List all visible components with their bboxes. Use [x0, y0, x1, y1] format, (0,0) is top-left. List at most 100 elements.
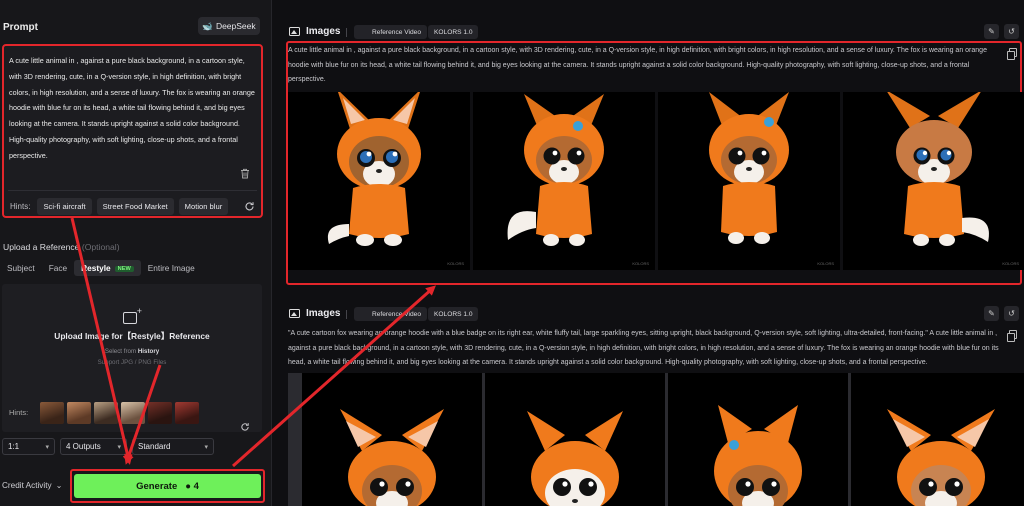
generated-image[interactable] — [668, 373, 848, 506]
credit-cost-value: 4 — [193, 480, 199, 492]
reference-thumbnail[interactable] — [121, 402, 145, 424]
refresh-icon[interactable] — [244, 201, 255, 215]
reference-title-text: Upload a Reference — [3, 242, 80, 252]
generate-highlight: Generate ● 4 — [70, 469, 265, 503]
prompt-title: Prompt — [3, 22, 38, 33]
prompt-input-box[interactable]: A cute little animal in , against a pure… — [2, 44, 263, 218]
deepseek-button[interactable]: 🐋 DeepSeek — [198, 17, 260, 35]
copy-icon[interactable] — [1007, 48, 1017, 60]
hint-chip[interactable]: Sci-fi aircraft — [37, 198, 92, 215]
image-grid-2 — [288, 373, 1024, 506]
mode-value: Standard — [138, 442, 171, 451]
model-tag: KOLORS 1.0 — [428, 25, 479, 39]
outputs-select[interactable]: 4 Outputs ▾ — [60, 438, 127, 455]
model-tag: KOLORS 1.0 — [428, 307, 479, 321]
upload-formats: Support JPG / PNG Files — [97, 359, 167, 366]
fox-illustration — [507, 94, 604, 246]
tab-restyle-label: Restyle — [81, 263, 111, 273]
images-icon — [289, 309, 300, 318]
reference-video-tag[interactable]: Reference Video — [354, 25, 427, 39]
watermark: KOLORS — [817, 261, 834, 266]
generate-label: Generate — [136, 480, 178, 492]
reference-thumbnail[interactable] — [94, 402, 118, 424]
fox-illustration — [709, 92, 789, 244]
undo-icon[interactable]: ↺ — [1004, 306, 1019, 321]
credit-activity[interactable]: Credit Activity ⌄ — [2, 480, 63, 491]
upload-title: Upload Image for【Restyle】Reference — [54, 331, 210, 341]
results-panel: Images Reference Video KOLORS 1.0 ✎ ↺ A … — [272, 0, 1024, 506]
prompt-textarea[interactable]: A cute little animal in , against a pure… — [9, 53, 255, 164]
tab-entire-image[interactable]: Entire Image — [141, 260, 202, 276]
credit-drop-icon: ● — [185, 480, 191, 492]
fox-illustration — [527, 411, 623, 506]
fox-illustration — [887, 92, 989, 246]
watermark: KOLORS — [447, 261, 464, 266]
hint-chip[interactable]: Street Food Market — [96, 198, 174, 215]
history-link[interactable]: History — [138, 348, 159, 355]
image-gap — [288, 373, 302, 506]
reference-optional: (Optional) — [81, 242, 120, 252]
hints-row: Hints: Sci-fi aircraft Street Food Marke… — [10, 198, 229, 215]
image-upload-icon — [123, 306, 142, 324]
chevron-down-icon: ▾ — [204, 443, 208, 451]
ratio-select[interactable]: 1:1 ▾ — [2, 438, 55, 455]
trash-icon[interactable] — [240, 168, 251, 180]
section-header: Images Reference Video KOLORS 1.0 ✎ ↺ — [288, 305, 1023, 323]
chevron-down-icon: ⌄ — [55, 481, 63, 490]
watermark: KOLORS — [1002, 261, 1019, 266]
tag-label: Reference Video — [372, 28, 421, 36]
upload-select-prefix: Select from — [104, 348, 137, 355]
generation-options: 1:1 ▾ 4 Outputs ▾ Standard ▾ — [2, 438, 214, 455]
prompt-divider — [8, 190, 257, 191]
generation-prompt-text: A cute little animal in , against a pure… — [288, 47, 987, 83]
reference-thumbnail[interactable] — [67, 402, 91, 424]
fox-illustration — [340, 409, 444, 506]
generated-image[interactable]: KOLORS — [658, 92, 840, 270]
reference-thumbnail[interactable] — [175, 402, 199, 424]
credit-activity-label: Credit Activity — [2, 480, 52, 490]
generated-image[interactable] — [851, 373, 1024, 506]
chevron-down-icon: ▾ — [117, 443, 121, 451]
images-icon — [289, 27, 300, 36]
generate-button[interactable]: Generate ● 4 — [74, 474, 261, 498]
tag-label: Reference Video — [372, 310, 421, 318]
reference-thumbnails — [40, 402, 199, 424]
reference-tabs: Subject Face Restyle NEW Entire Image — [0, 260, 202, 276]
hint-chip[interactable]: Motion blur — [178, 198, 229, 215]
generated-image[interactable]: KOLORS — [843, 92, 1024, 270]
tab-subject[interactable]: Subject — [0, 260, 42, 276]
fox-illustration — [714, 405, 802, 506]
copy-icon[interactable] — [1007, 330, 1017, 342]
fox-illustration — [887, 409, 995, 506]
upload-area[interactable]: Upload Image for【Restyle】Reference Selec… — [2, 284, 262, 432]
generated-image[interactable] — [302, 373, 482, 506]
left-panel: Prompt 🐋 DeepSeek A cute little animal i… — [0, 0, 272, 506]
reference-video-tag[interactable]: Reference Video — [354, 307, 427, 321]
reference-thumbnail[interactable] — [148, 402, 172, 424]
watermark: KOLORS — [632, 261, 649, 266]
image-grid-1: KOLORS KOLORS KOLORS KOLORS — [288, 92, 1024, 270]
hints-label: Hints: — [10, 202, 31, 211]
undo-icon[interactable]: ↺ — [1004, 24, 1019, 39]
thumbs-refresh-icon[interactable] — [240, 422, 250, 435]
edit-icon[interactable]: ✎ — [984, 24, 999, 39]
chevron-down-icon: ▾ — [45, 443, 49, 451]
edit-icon[interactable]: ✎ — [984, 306, 999, 321]
thumbs-hints-label: Hints: — [9, 408, 29, 417]
upload-select-history: Select from History — [2, 348, 262, 355]
divider — [346, 28, 347, 37]
reference-thumbnail[interactable] — [40, 402, 64, 424]
mode-select[interactable]: Standard ▾ — [132, 438, 214, 455]
generated-image[interactable] — [485, 373, 665, 506]
deepseek-whale-icon: 🐋 — [202, 20, 213, 31]
fox-illustration — [327, 92, 421, 246]
generated-image[interactable]: KOLORS — [473, 92, 655, 270]
tab-face[interactable]: Face — [42, 260, 74, 276]
generation-prompt-text: "A cute cartoon fox wearing an orange ho… — [288, 330, 999, 366]
generated-image[interactable]: KOLORS — [288, 92, 470, 270]
tab-restyle[interactable]: Restyle NEW — [74, 260, 141, 276]
deepseek-label: DeepSeek — [215, 21, 256, 31]
divider — [346, 310, 347, 319]
section-title: Images — [306, 308, 341, 319]
new-badge: NEW — [114, 265, 134, 272]
